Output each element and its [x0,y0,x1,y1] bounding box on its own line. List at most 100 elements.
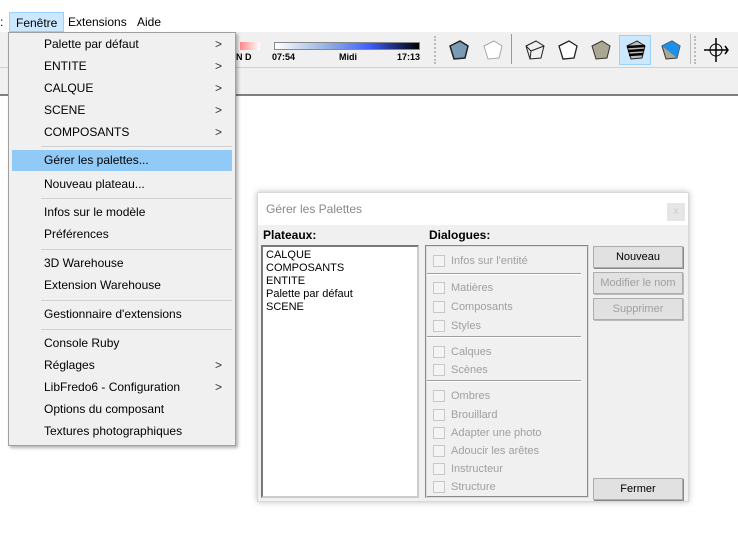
checkbox-box[interactable] [433,445,445,457]
dialog-checkbox[interactable]: Adapter une photo [433,425,542,441]
supprimer-button[interactable]: Supprimer [593,298,683,320]
time-start-label: 07:54 [272,52,296,62]
menu-item[interactable]: Palette par défaut > [12,34,232,55]
shadow-nd-label: N D [236,52,252,62]
menu-item-label: Gérer les palettes... [44,153,149,167]
menu-item-label: Textures photographiques [44,424,183,438]
dialog-checkbox[interactable]: Instructeur [433,461,503,477]
plateau-list-item[interactable]: CALQUE [266,249,414,262]
menu-item[interactable]: Infos sur le modèle [12,202,232,223]
xray-cube-icon[interactable] [442,35,474,65]
checkbox-box[interactable] [433,301,445,313]
menu-item[interactable]: CALQUE > [12,78,232,99]
dialog-checkbox[interactable]: Calques [433,344,491,360]
shaded-textures-cube-icon[interactable] [619,35,651,65]
checkbox-label: Infos sur l'entité [451,255,528,267]
menu-item[interactable]: 3D Warehouse [12,253,232,274]
menu-item[interactable]: Préférences [12,224,232,245]
checkbox-box[interactable] [433,427,445,439]
plateau-list-item[interactable]: ENTITE [266,275,414,288]
group-separator [427,336,581,338]
checkbox-label: Structure [451,481,496,493]
orbit-compass-icon[interactable] [700,35,732,65]
menu-item[interactable]: Console Ruby [12,333,232,354]
shaded-cube-icon[interactable] [584,35,616,65]
menubar-item-hidden[interactable]: : [0,12,6,32]
fenetre-dropdown-menu: Palette par défaut > ENTITE > CALQUE > SCENE > C… [8,32,236,446]
checkbox-label: Instructeur [451,463,503,475]
menu-item[interactable]: LibFredo6 - Configuration > [12,377,232,398]
dialog-checkbox[interactable]: Ombres [433,388,490,404]
dialog-checkbox[interactable]: Structure [433,479,496,495]
shadow-date-slider[interactable] [240,42,260,50]
menu-separator [41,146,232,147]
menu-item-label: CALQUE [44,81,94,95]
menu-item-label: COMPOSANTS [44,125,130,139]
checkbox-box[interactable] [433,409,445,421]
monochrome-cube-icon[interactable] [654,35,686,65]
menu-item[interactable]: Gestionnaire d'extensions [12,304,232,325]
plateau-list-item[interactable]: COMPOSANTS [266,262,414,275]
menu-item[interactable]: Extension Warehouse [12,275,232,296]
checkbox-label: Adoucir les arêtes [451,445,540,457]
wireframe-cube-icon[interactable] [518,35,550,65]
group-separator [427,273,581,275]
plateaux-label: Plateaux: [263,228,317,242]
checkbox-box[interactable] [433,320,445,332]
dialog-checkbox[interactable]: Adoucir les arêtes [433,443,539,459]
menu-item-label: Nouveau plateau... [44,177,145,191]
time-end-label: 17:13 [397,52,421,62]
checkbox-box[interactable] [433,282,445,294]
menu-item[interactable]: Options du composant [12,399,232,420]
menubar-item-extensions[interactable]: Extensions [62,12,133,32]
time-mid-label: Midi [339,52,357,62]
back-edges-cube-icon[interactable] [476,35,508,65]
menu-item-label: Réglages [44,358,95,372]
menu-item-label: Extension Warehouse [44,278,161,292]
menu-item[interactable]: ENTITE > [12,56,232,77]
plateaux-listbox[interactable]: CALQUE COMPOSANTS ENTITE Palette par défaut… [261,245,419,498]
modifier-le-nom-button[interactable]: Modifier le nom [593,272,683,294]
checkbox-box[interactable] [433,346,445,358]
chevron-right-icon: > [214,125,222,139]
checkbox-box[interactable] [433,364,445,376]
checkbox-label: Adapter une photo [451,427,542,439]
menu-item[interactable]: SCENE > [12,100,232,121]
menu-item[interactable]: Textures photographiques [12,421,232,442]
dialog-checkbox[interactable]: Infos sur l'entité [433,253,528,269]
menu-bar: : Fenêtre Extensions Aide [0,0,738,32]
chevron-right-icon: > [214,380,222,394]
toolbar-grip[interactable] [434,36,437,64]
menubar-item-aide[interactable]: Aide [131,12,167,32]
checkbox-label: Ombres [451,390,491,402]
chevron-right-icon: > [214,59,222,73]
dialog-checkbox[interactable]: Scènes [433,362,488,378]
menu-item[interactable]: COMPOSANTS > [12,122,232,143]
menu-item[interactable]: Gérer les palettes... [12,150,232,171]
checkbox-box[interactable] [433,463,445,475]
manage-palettes-dialog: Gérer les Palettes x Plateaux: Dialogues… [257,192,689,502]
dialog-checkbox[interactable]: Composants [433,299,513,315]
dialog-checkbox[interactable]: Matières [433,280,493,296]
checkbox-box[interactable] [433,390,445,402]
menu-item-label: ENTITE [44,59,87,73]
checkbox-box[interactable] [433,255,445,267]
dialog-checkbox[interactable]: Styles [433,318,481,334]
menu-item-label: Palette par défaut [44,37,139,51]
fermer-button[interactable]: Fermer [593,478,683,500]
checkbox-label: Calques [451,346,492,358]
close-icon[interactable]: x [667,203,685,221]
dialog-checkbox[interactable]: Brouillard [433,407,497,423]
menu-item[interactable]: Nouveau plateau... [12,174,232,195]
hidden-line-cube-icon[interactable] [551,35,583,65]
menubar-item-fenetre[interactable]: Fenêtre [9,12,65,32]
menu-item-label: SCENE [44,103,86,117]
plateau-list-item[interactable]: Palette par défaut [266,288,414,301]
nouveau-button[interactable]: Nouveau [593,246,683,268]
checkbox-label: Composants [451,301,513,313]
checkbox-box[interactable] [433,481,445,493]
menu-separator [41,329,232,330]
plateau-list-item[interactable]: SCENE [266,301,414,314]
menu-item[interactable]: Réglages > [12,355,232,376]
shadow-time-slider[interactable] [274,42,420,50]
